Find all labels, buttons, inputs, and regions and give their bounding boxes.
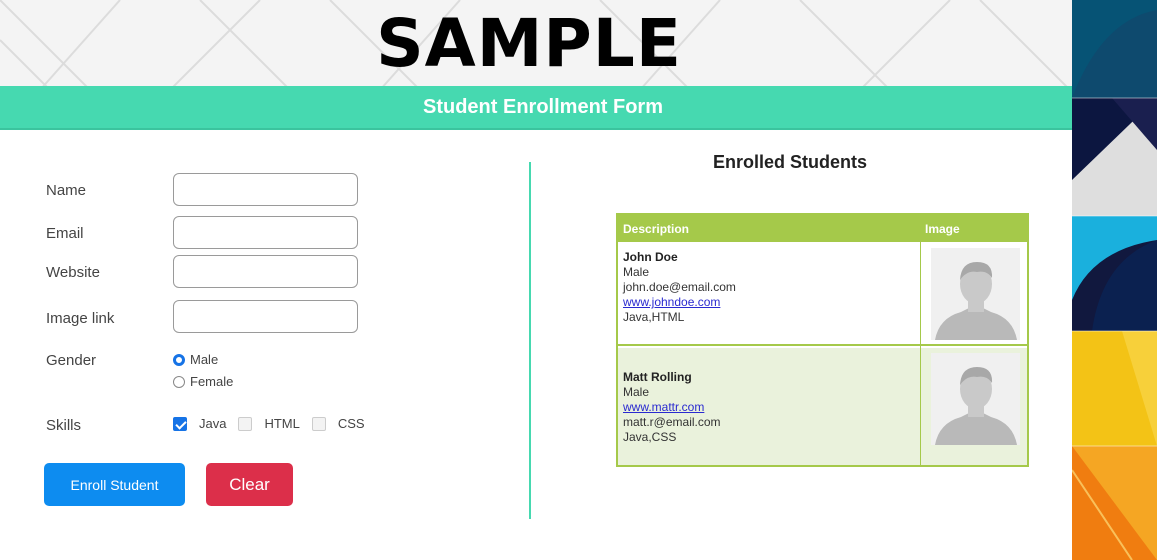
- student-avatar-image: [931, 248, 1020, 340]
- student-skills: Java,HTML: [623, 310, 685, 324]
- enrollment-app: Student Enrollment Form Name Email Websi…: [0, 86, 1072, 560]
- skills-label: Skills: [46, 417, 82, 434]
- gender-male-label: Male: [190, 352, 219, 367]
- column-separator: [920, 215, 921, 465]
- page-title: Student Enrollment Form: [423, 95, 663, 118]
- website-label: Website: [46, 264, 100, 281]
- gender-female-label: Female: [190, 374, 234, 389]
- email-label: Email: [46, 225, 84, 242]
- enroll-student-button[interactable]: Enroll Student: [44, 463, 185, 506]
- student-name: Matt Rolling: [623, 370, 692, 384]
- student-name: John Doe: [623, 250, 678, 264]
- skill-css-checkbox[interactable]: [311, 416, 326, 431]
- student-gender: Male: [623, 385, 650, 399]
- image-link-label: Image link: [46, 310, 115, 327]
- enrolled-students-title: Enrolled Students: [712, 152, 867, 172]
- skill-java-label: Java: [199, 416, 227, 431]
- email-input[interactable]: [173, 216, 358, 249]
- name-input[interactable]: [173, 173, 358, 206]
- skill-css-label: CSS: [337, 416, 365, 431]
- enrolled-students-table: Description Image John Doe Male john.doe…: [616, 213, 1029, 467]
- student-description: John Doe Male john.doe@email.com www.joh…: [623, 250, 736, 325]
- column-header-image: Image: [925, 222, 960, 236]
- gender-female-option[interactable]: Female: [173, 374, 233, 389]
- website-input[interactable]: [173, 255, 358, 288]
- image-link-input[interactable]: [173, 300, 358, 333]
- student-skills: Java,CSS: [623, 430, 677, 444]
- skills-group: Java HTML CSS: [173, 416, 377, 431]
- student-website-link[interactable]: www.johndoe.com: [623, 295, 736, 310]
- gender-label: Gender: [46, 352, 97, 369]
- sample-watermark: SAMPLE: [376, 4, 682, 82]
- gender-female-radio[interactable]: [173, 375, 185, 388]
- skill-html-label: HTML: [264, 416, 300, 431]
- skill-html-checkbox[interactable]: [238, 416, 253, 431]
- student-email: john.doe@email.com: [623, 280, 736, 294]
- student-website-link[interactable]: www.mattr.com: [623, 400, 721, 415]
- gender-male-radio[interactable]: [173, 353, 185, 366]
- gender-male-option[interactable]: Male: [173, 352, 218, 367]
- student-email: matt.r@email.com: [623, 415, 721, 429]
- column-header-description: Description: [623, 222, 690, 236]
- clear-button[interactable]: Clear: [206, 463, 293, 506]
- table-row: Matt Rolling Male www.mattr.com matt.r@e…: [618, 348, 1027, 465]
- vertical-divider: [529, 162, 531, 519]
- student-avatar-image: [931, 353, 1020, 445]
- table-row: John Doe Male john.doe@email.com www.joh…: [618, 242, 1027, 346]
- decorative-side-strip: [1072, 0, 1157, 560]
- header-bar: Student Enrollment Form: [0, 86, 1072, 130]
- student-description: Matt Rolling Male www.mattr.com matt.r@e…: [623, 370, 721, 445]
- name-label: Name: [46, 182, 87, 199]
- table-header-row: Description Image: [618, 215, 1027, 242]
- student-gender: Male: [623, 265, 650, 279]
- skill-java-checkbox[interactable]: [173, 416, 187, 431]
